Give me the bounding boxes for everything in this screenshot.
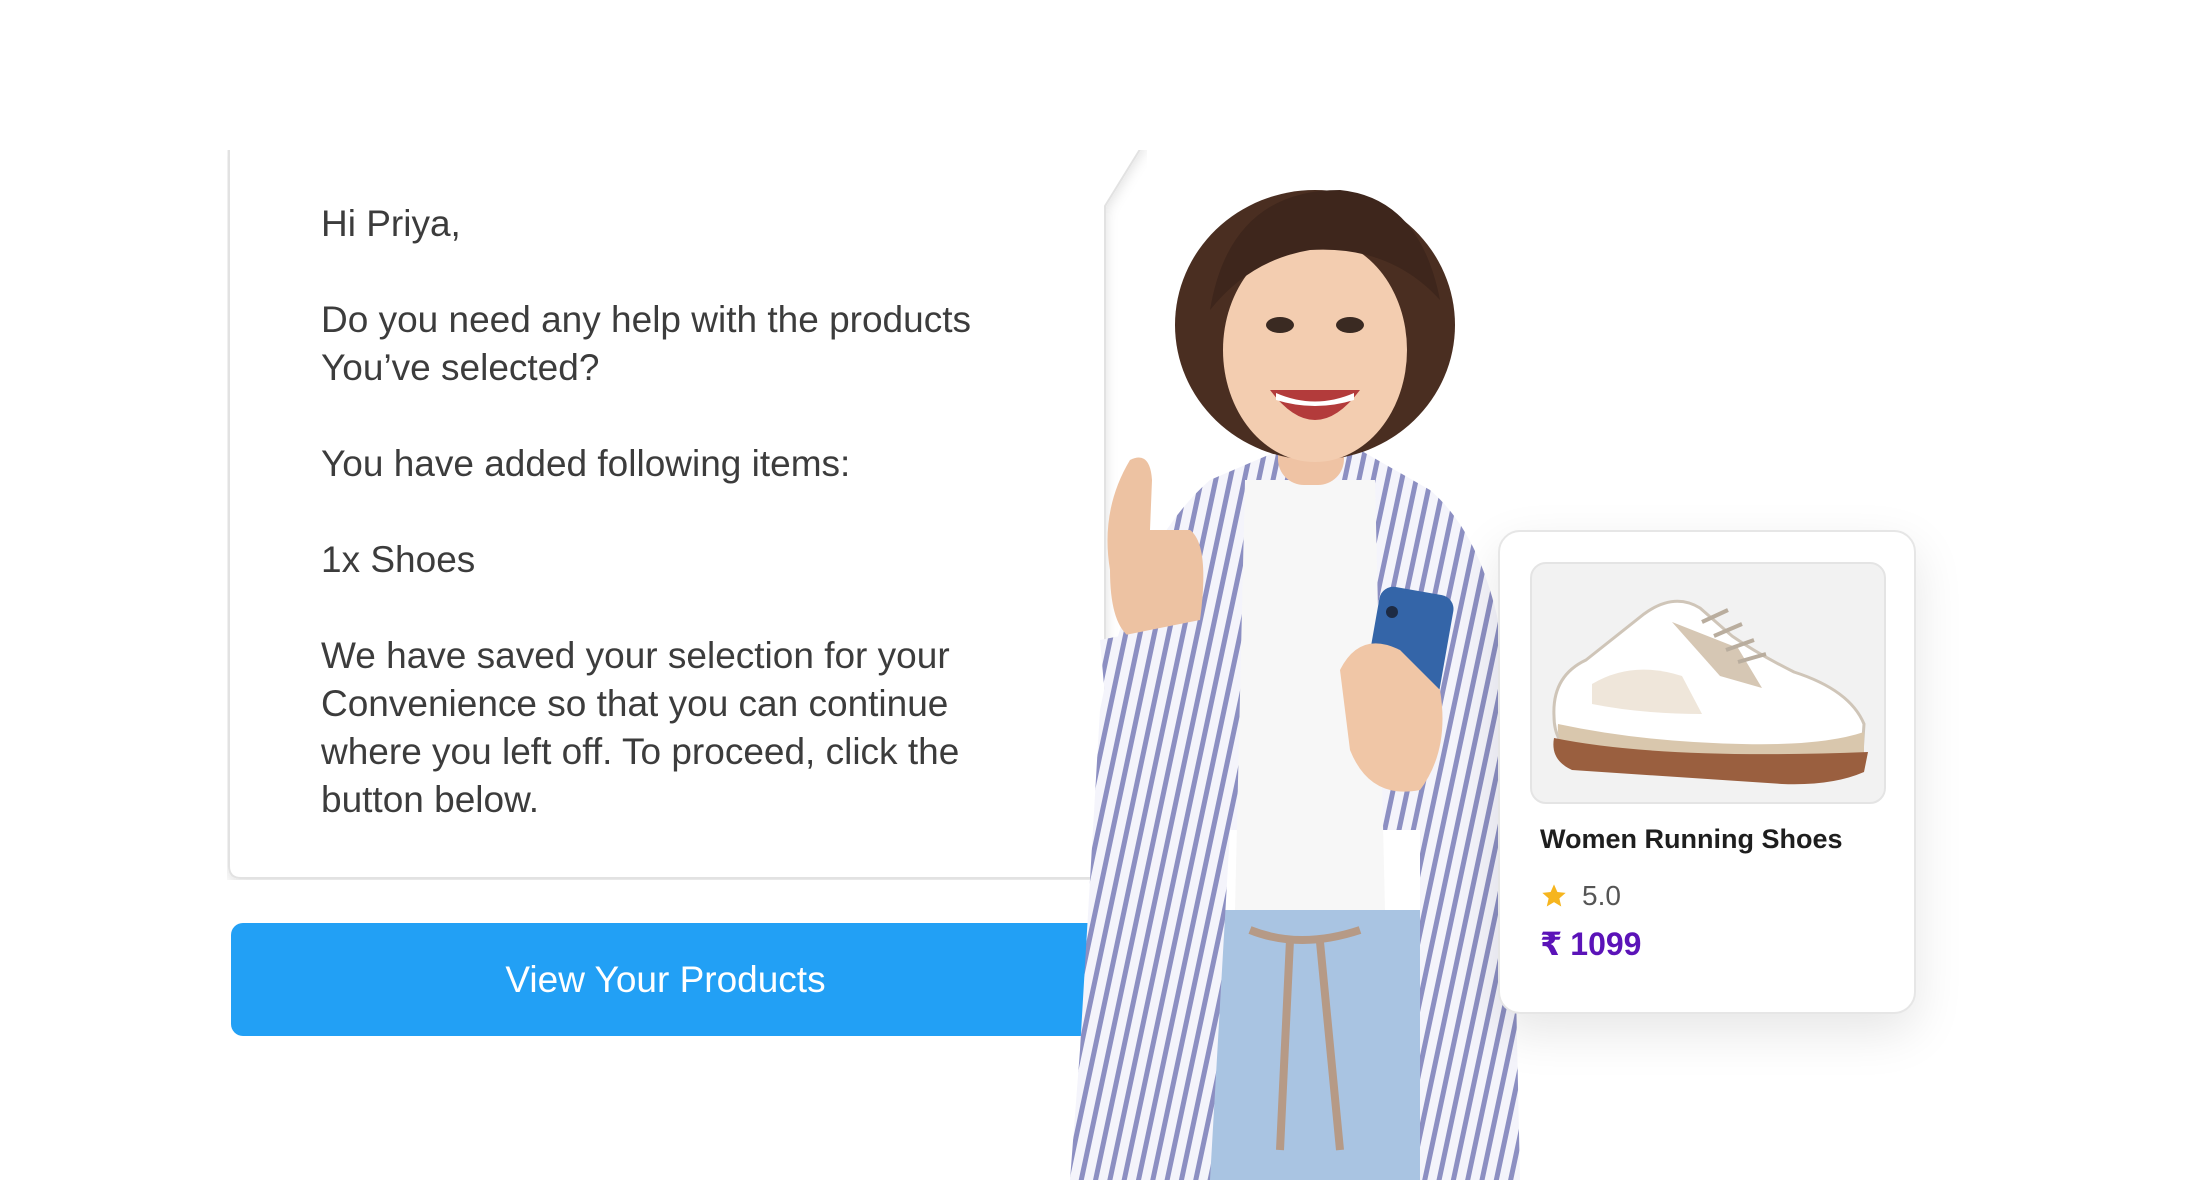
help-question-text: Do you need any help with the products Y… [321, 299, 971, 388]
page: Hi Priya, Do you need any help with the … [0, 0, 2208, 1180]
star-icon [1542, 884, 1566, 907]
sneaker-image [1552, 599, 1868, 785]
message-body: Hi Priya, Do you need any help with the … [321, 200, 1041, 824]
product-rating: 5.0 [1540, 880, 1621, 912]
greeting-text: Hi Priya, [321, 203, 461, 244]
cart-item-text: 1x Shoes [321, 539, 476, 580]
product-price: ₹1099 [1540, 925, 1649, 963]
chat-message-bubble: Hi Priya, Do you need any help with the … [227, 150, 1147, 880]
product-name[interactable]: Women Running Shoes [1540, 824, 1900, 855]
items-intro-text: You have added following items: [321, 443, 851, 484]
saved-selection-text: We have saved your selection for your Co… [321, 635, 960, 820]
rating-value: 5.0 [1582, 880, 1621, 911]
price-value: 1099 [1570, 926, 1642, 962]
view-your-products-button[interactable]: View Your Products [231, 923, 1100, 1036]
product-image [1530, 562, 1886, 804]
currency-symbol: ₹ [1540, 926, 1563, 962]
product-card[interactable]: Women Running Shoes 5.0 ₹1099 [1498, 530, 1916, 1014]
